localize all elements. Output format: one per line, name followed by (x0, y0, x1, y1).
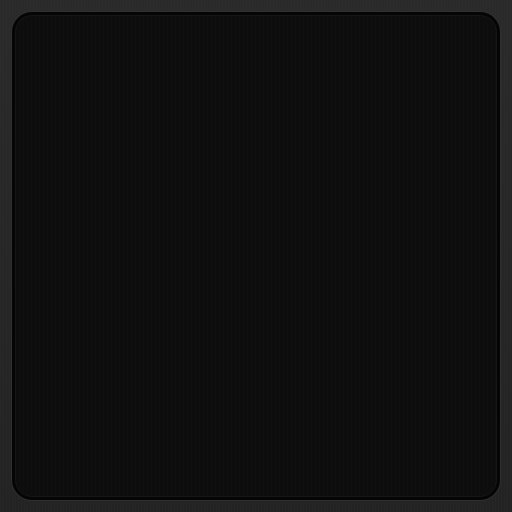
device-bezel (0, 0, 512, 512)
blank-display-panel (12, 12, 500, 500)
